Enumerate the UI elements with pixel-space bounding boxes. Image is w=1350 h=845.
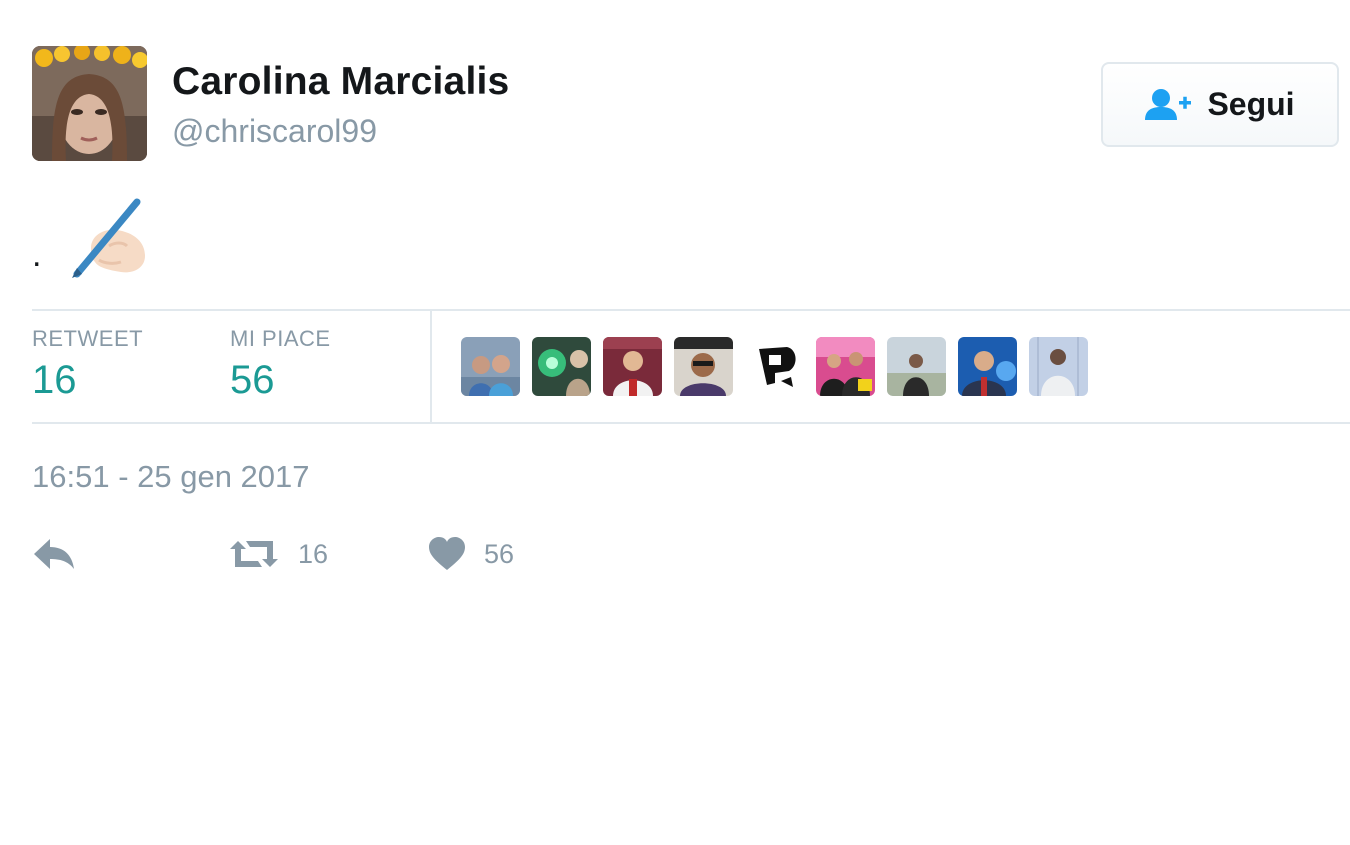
retweet-stat[interactable]: RETWEET 16 (32, 326, 143, 403)
like-count: 56 (484, 538, 515, 569)
likes-stat[interactable]: MI PIACE 56 (230, 326, 331, 403)
reply-button[interactable] (32, 537, 76, 571)
liker-avatar[interactable] (532, 337, 591, 396)
liker-avatar[interactable] (887, 337, 946, 396)
likers-avatars (461, 337, 1088, 396)
retweet-count: 16 (298, 538, 329, 569)
retweet-icon (230, 541, 278, 567)
heart-icon (429, 537, 465, 570)
tweet-text: . (32, 198, 149, 280)
profile-photo-icon (32, 46, 147, 161)
display-name[interactable]: Carolina Marcialis (172, 60, 509, 104)
liker-avatar[interactable] (674, 337, 733, 396)
follow-icon (1145, 88, 1192, 120)
profile-avatar[interactable] (32, 46, 147, 161)
liker-avatar[interactable] (745, 337, 804, 396)
likes-stat-value: 56 (230, 358, 275, 402)
liker-avatar[interactable] (958, 337, 1017, 396)
stats-divider-bottom (32, 422, 1350, 424)
likes-stat-label: MI PIACE (230, 326, 331, 351)
liker-avatar[interactable] (603, 337, 662, 396)
like-button[interactable]: 56 (428, 537, 514, 571)
liker-avatar[interactable] (816, 337, 875, 396)
follow-label: Segui (1207, 86, 1295, 122)
retweet-stat-value: 16 (32, 358, 77, 402)
reply-icon (34, 539, 74, 569)
liker-avatar[interactable] (461, 337, 520, 396)
retweet-button[interactable]: 16 (228, 537, 328, 571)
follow-button[interactable]: Segui (1101, 62, 1339, 147)
stats-divider-top (32, 309, 1350, 311)
user-handle[interactable]: @chriscarol99 (172, 113, 377, 150)
writing-hand-emoji-icon (72, 198, 146, 278)
retweet-stat-label: RETWEET (32, 326, 144, 351)
stats-vertical-divider (430, 311, 432, 422)
tweet-text-content: . (32, 236, 42, 274)
liker-avatar[interactable] (1029, 337, 1088, 396)
tweet-timestamp[interactable]: 16:51 - 25 gen 2017 (32, 459, 310, 495)
